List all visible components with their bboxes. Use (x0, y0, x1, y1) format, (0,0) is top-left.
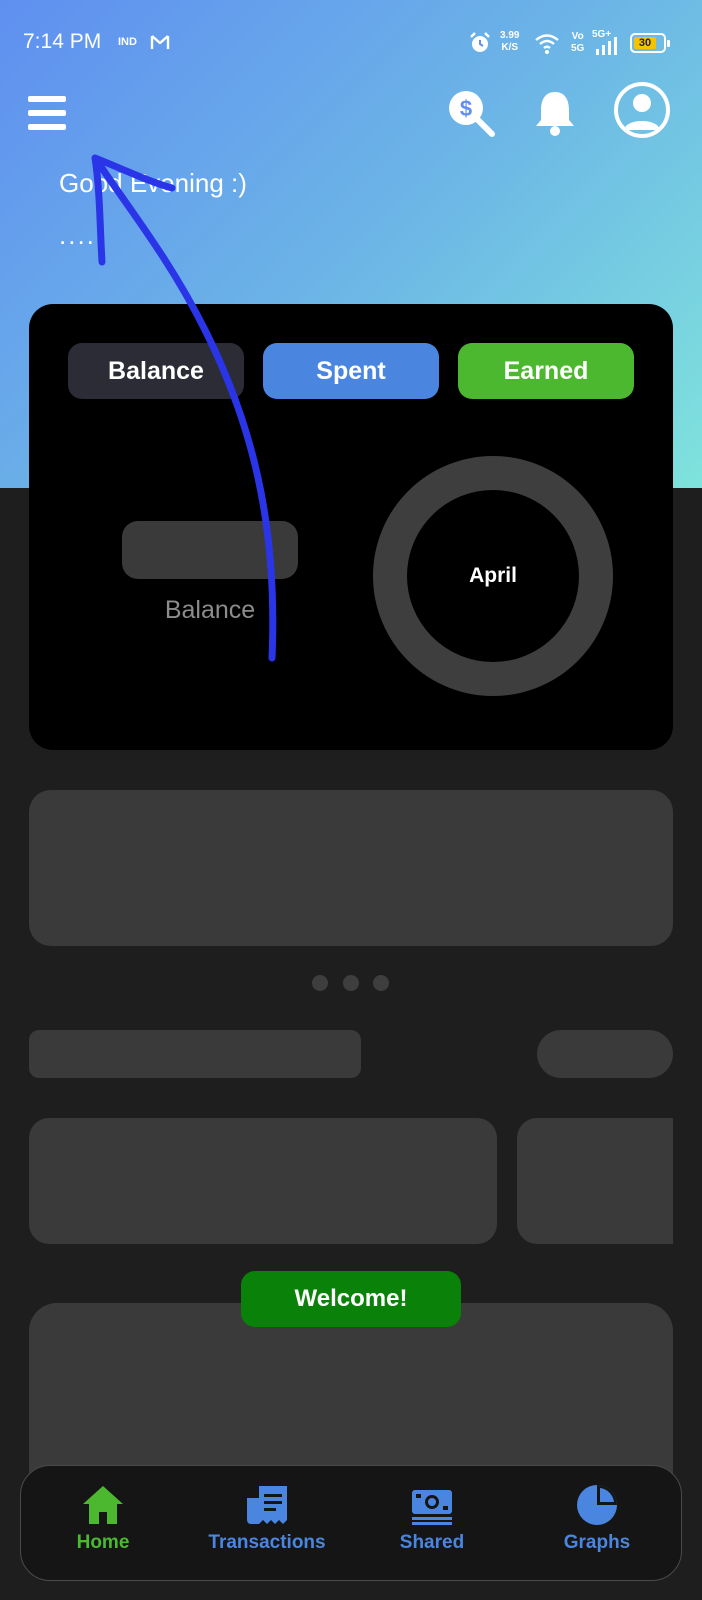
month-chart-ring[interactable]: April (373, 456, 613, 696)
greeting-text: Good Evening :) (59, 168, 247, 198)
tab-spent[interactable]: Spent (263, 343, 439, 399)
list-card-placeholder (517, 1118, 673, 1244)
money-search-icon[interactable]: $ (446, 88, 496, 138)
amount-label: Balance (164, 596, 256, 624)
network-speed-value: 3.99 (500, 30, 520, 41)
home-icon (83, 1486, 123, 1524)
banner-placeholder (29, 790, 673, 946)
tab-earned[interactable]: Earned (458, 343, 634, 399)
tab-balance[interactable]: Balance (68, 343, 244, 399)
nav-shared[interactable]: Shared (357, 1484, 507, 1564)
welcome-toast: Welcome! (241, 1271, 461, 1327)
status-carrier: IND (118, 36, 137, 48)
network-speed-unit: K/S (501, 42, 519, 53)
list-card-placeholder (29, 1118, 497, 1244)
battery-tip (667, 40, 670, 47)
nav-transactions[interactable]: Transactions (192, 1484, 342, 1564)
nav-home-label: Home (76, 1532, 130, 1553)
volte-top: Vo (571, 31, 584, 42)
amount-placeholder (122, 521, 298, 579)
svg-text:$: $ (460, 96, 472, 121)
battery-icon: 30 (630, 33, 670, 53)
bottom-navigation: Home Transactions Shared Graphs (20, 1465, 682, 1581)
volte-bottom: 5G (571, 43, 585, 54)
profile-icon[interactable] (614, 82, 670, 138)
status-time: 7:14 PM (23, 30, 102, 53)
alarm-icon (470, 32, 490, 52)
menu-icon[interactable] (28, 96, 68, 130)
section-title-placeholder (29, 1030, 361, 1078)
carousel-dot (343, 975, 359, 991)
section-action-placeholder (537, 1030, 673, 1078)
profile-silhouette-icon (624, 94, 660, 130)
nav-home[interactable]: Home (28, 1484, 178, 1564)
pie-chart-icon (577, 1485, 617, 1525)
month-label: April (469, 564, 517, 587)
nav-transactions-label: Transactions (208, 1532, 326, 1553)
user-name: .... (59, 220, 96, 250)
carousel-dot (312, 975, 328, 991)
money-icon (412, 1490, 452, 1525)
receipt-icon (247, 1486, 287, 1524)
bell-icon[interactable] (533, 88, 577, 138)
status-bar: 7:14 PM IND 3.99 K/S Vo 5G 5G+ 30 (0, 0, 702, 90)
network-speed: 3.99 K/S (500, 30, 519, 54)
volte-indicator: Vo 5G (571, 31, 584, 55)
nav-graphs[interactable]: Graphs (522, 1484, 672, 1564)
carousel-dot (373, 975, 389, 991)
nav-shared-label: Shared (399, 1532, 465, 1553)
nav-graphs-label: Graphs (563, 1532, 631, 1553)
gmail-icon (150, 35, 170, 49)
network-type: 5G+ (592, 29, 612, 40)
wifi-icon (535, 34, 559, 54)
summary-card: Balance Spent Earned Balance April (29, 304, 673, 750)
battery-level: 30 (634, 37, 656, 49)
